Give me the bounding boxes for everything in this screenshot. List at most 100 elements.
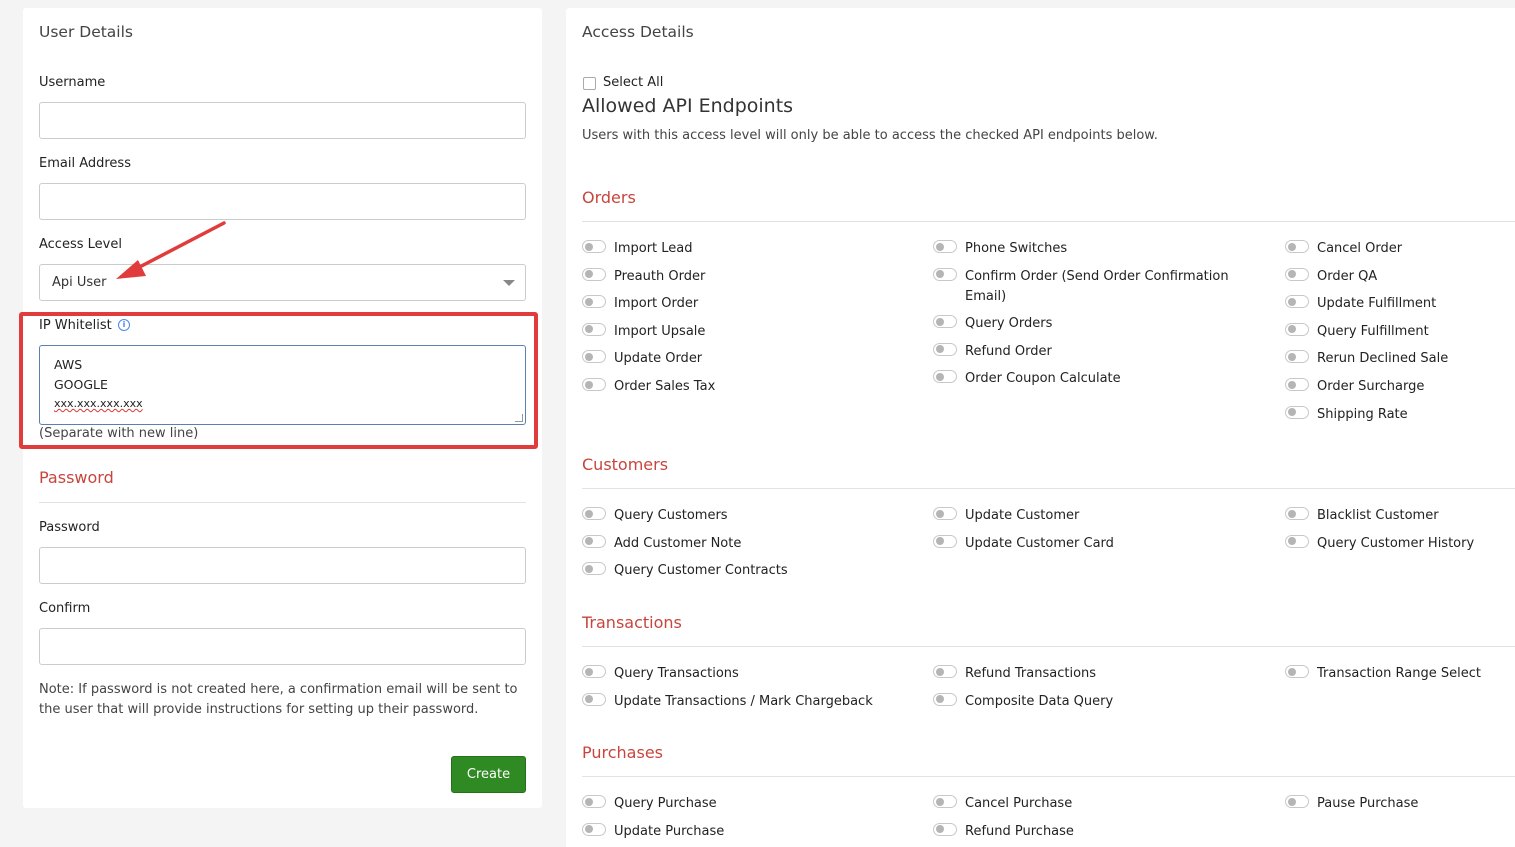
endpoint-label: Rerun Declined Sale — [1317, 351, 1449, 367]
divider — [582, 776, 1515, 777]
toggle-knob — [1288, 325, 1296, 334]
toggle-icon[interactable] — [582, 507, 606, 520]
toggle-knob — [585, 380, 593, 389]
password-label: Password — [39, 520, 100, 535]
toggle-knob — [936, 372, 944, 381]
toggle-knob — [585, 297, 593, 306]
toggle-icon[interactable] — [933, 795, 957, 808]
confirm-label: Confirm — [39, 601, 91, 616]
endpoint-label: Query Transactions — [614, 666, 739, 681]
endpoint-label: Pause Purchase — [1317, 796, 1419, 811]
toggle-icon[interactable] — [582, 692, 606, 706]
toggle-knob — [585, 242, 593, 251]
toggle-knob — [585, 325, 593, 334]
toggle-knob — [1288, 509, 1296, 518]
toggle-icon[interactable] — [1285, 267, 1309, 281]
toggle-knob — [936, 537, 944, 546]
toggle-knob — [1288, 352, 1296, 361]
toggle-icon[interactable] — [933, 665, 957, 678]
toggle-icon[interactable] — [933, 267, 957, 281]
toggle-icon[interactable] — [933, 822, 957, 836]
toggle-icon[interactable] — [1285, 795, 1309, 808]
endpoint-label: Blacklist Customer — [1317, 508, 1439, 523]
chevron-down-icon — [503, 280, 515, 286]
username-label: Username — [39, 75, 106, 90]
endpoint-label: Query Customers — [614, 508, 728, 523]
toggle-icon[interactable] — [933, 692, 957, 706]
endpoint-label: Composite Data Query — [965, 693, 1114, 709]
user-details-title: User Details — [39, 23, 133, 41]
create-button[interactable]: Create — [451, 756, 526, 793]
endpoint-label: Update Order — [614, 351, 703, 367]
toggle-icon[interactable] — [582, 322, 606, 336]
toggle-knob — [936, 695, 944, 704]
endpoint-label: Update Customer — [965, 508, 1080, 523]
toggle-knob — [936, 509, 944, 518]
toggle-icon[interactable] — [582, 350, 606, 364]
toggle-knob — [1288, 408, 1296, 417]
toggle-icon[interactable] — [933, 342, 957, 356]
toggle-icon[interactable] — [933, 370, 957, 384]
toggle-knob — [1288, 270, 1296, 279]
section-title-purchases: Purchases — [582, 743, 663, 762]
divider — [582, 221, 1515, 222]
toggle-icon[interactable] — [1285, 405, 1309, 419]
toggle-icon[interactable] — [933, 534, 957, 548]
toggle-knob — [936, 797, 944, 806]
endpoint-label: Cancel Order — [1317, 241, 1403, 256]
divider — [39, 502, 526, 503]
toggle-icon[interactable] — [933, 507, 957, 520]
endpoint-label: Query Customer Contracts — [614, 563, 788, 579]
access-details-card: Access Details Select All Allowed API En… — [566, 8, 1515, 847]
toggle-knob — [936, 242, 944, 251]
toggle-icon[interactable] — [582, 795, 606, 808]
endpoint-label: Preauth Order — [614, 268, 706, 284]
toggle-icon[interactable] — [1285, 240, 1309, 253]
toggle-icon[interactable] — [1285, 322, 1309, 336]
toggle-icon[interactable] — [582, 378, 606, 391]
endpoint-label: Update Fulfillment — [1317, 296, 1437, 312]
toggle-knob — [1288, 380, 1296, 389]
password-section-title: Password — [39, 468, 114, 487]
toggle-icon[interactable] — [1285, 534, 1309, 548]
toggle-knob — [585, 270, 593, 279]
endpoint-label: Phone Switches — [965, 241, 1068, 256]
endpoint-label: Query Fulfillment — [1317, 323, 1429, 339]
toggle-icon[interactable] — [582, 267, 606, 281]
endpoint-label: Refund Order — [965, 343, 1052, 359]
access-level-value: Api User — [52, 275, 107, 290]
toggle-icon[interactable] — [1285, 665, 1309, 678]
toggle-knob — [936, 825, 944, 834]
username-input[interactable] — [39, 102, 526, 139]
toggle-icon[interactable] — [933, 240, 957, 253]
toggle-icon[interactable] — [1285, 350, 1309, 364]
endpoint-label: Update Customer Card — [965, 535, 1114, 551]
endpoint-label: Order QA — [1317, 268, 1378, 284]
toggle-knob — [585, 825, 593, 834]
endpoint-label: Transaction Range Select — [1317, 666, 1481, 681]
section-title-orders: Orders — [582, 188, 636, 207]
toggle-icon[interactable] — [582, 562, 606, 576]
toggle-icon[interactable] — [582, 295, 606, 309]
toggle-icon[interactable] — [1285, 378, 1309, 391]
toggle-knob — [585, 695, 593, 704]
access-details-title: Access Details — [582, 23, 694, 41]
toggle-icon[interactable] — [582, 822, 606, 836]
highlight-annotation — [19, 312, 538, 449]
toggle-icon[interactable] — [582, 665, 606, 678]
confirm-password-input[interactable] — [39, 628, 526, 665]
toggle-knob — [585, 564, 593, 573]
toggle-icon[interactable] — [582, 534, 606, 548]
toggle-icon[interactable] — [582, 240, 606, 253]
toggle-icon[interactable] — [1285, 295, 1309, 309]
select-all-checkbox[interactable] — [583, 77, 596, 90]
toggle-icon[interactable] — [1285, 507, 1309, 520]
endpoint-label: Import Upsale — [614, 323, 706, 339]
toggle-knob — [1288, 667, 1296, 676]
toggle-knob — [585, 797, 593, 806]
email-input[interactable] — [39, 183, 526, 220]
password-input[interactable] — [39, 547, 526, 584]
toggle-knob — [936, 667, 944, 676]
divider — [582, 646, 1515, 647]
toggle-icon[interactable] — [933, 315, 957, 328]
